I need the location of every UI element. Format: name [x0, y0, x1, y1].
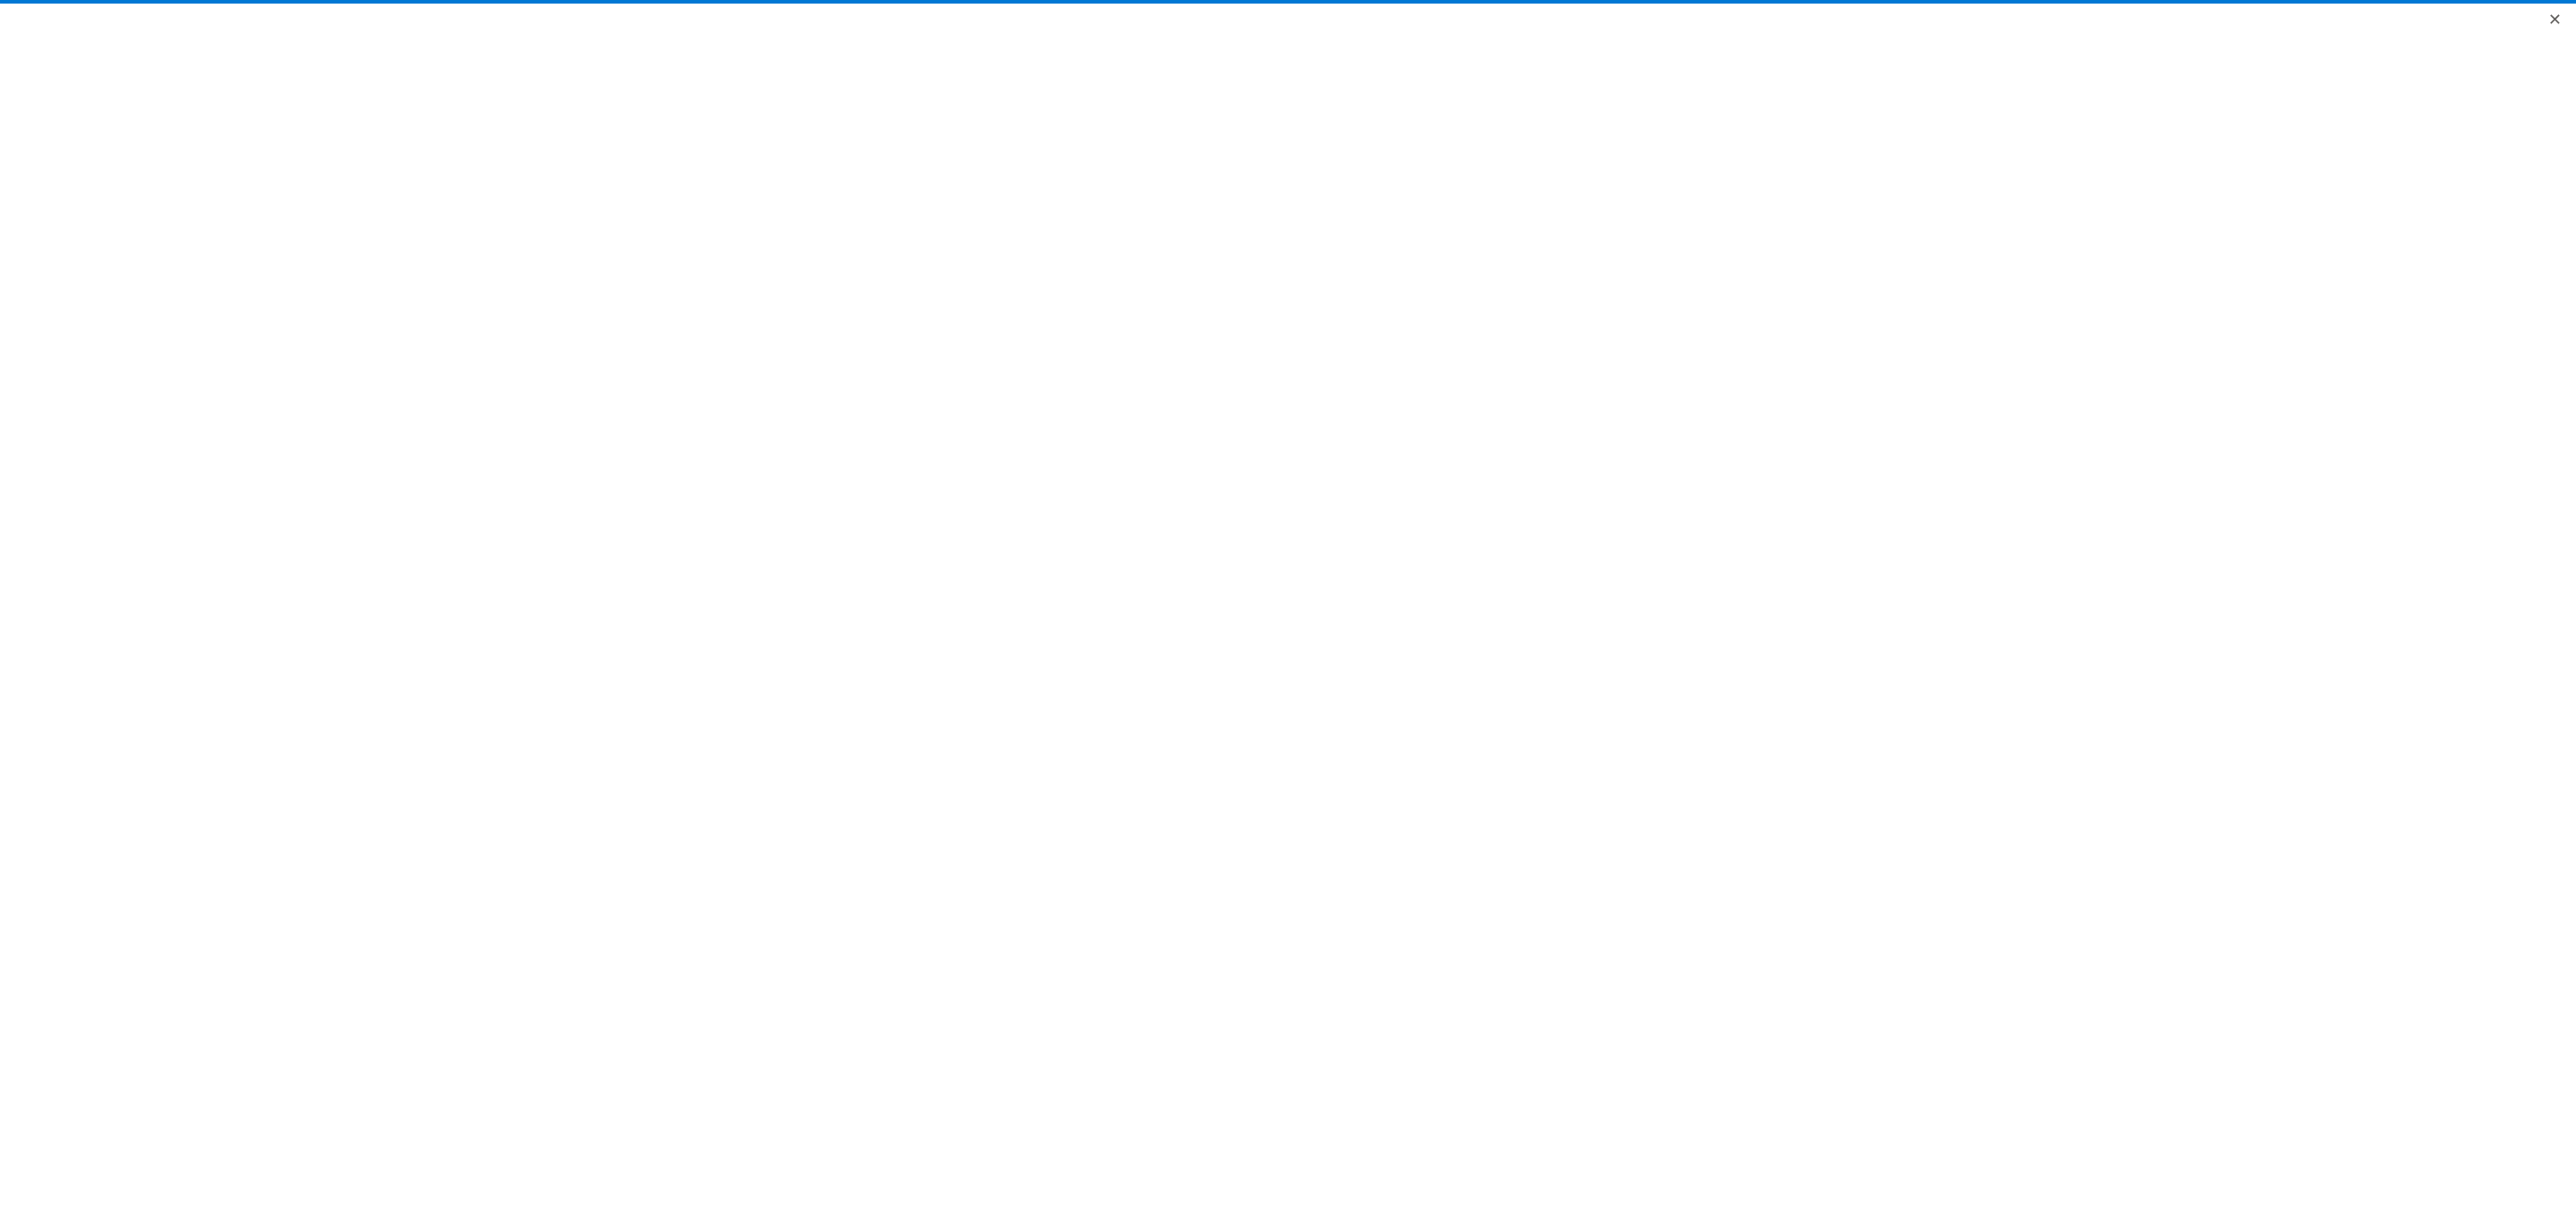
close-button[interactable]: ✕ — [2548, 11, 2562, 30]
azure-top-bar — [0, 0, 2576, 4]
